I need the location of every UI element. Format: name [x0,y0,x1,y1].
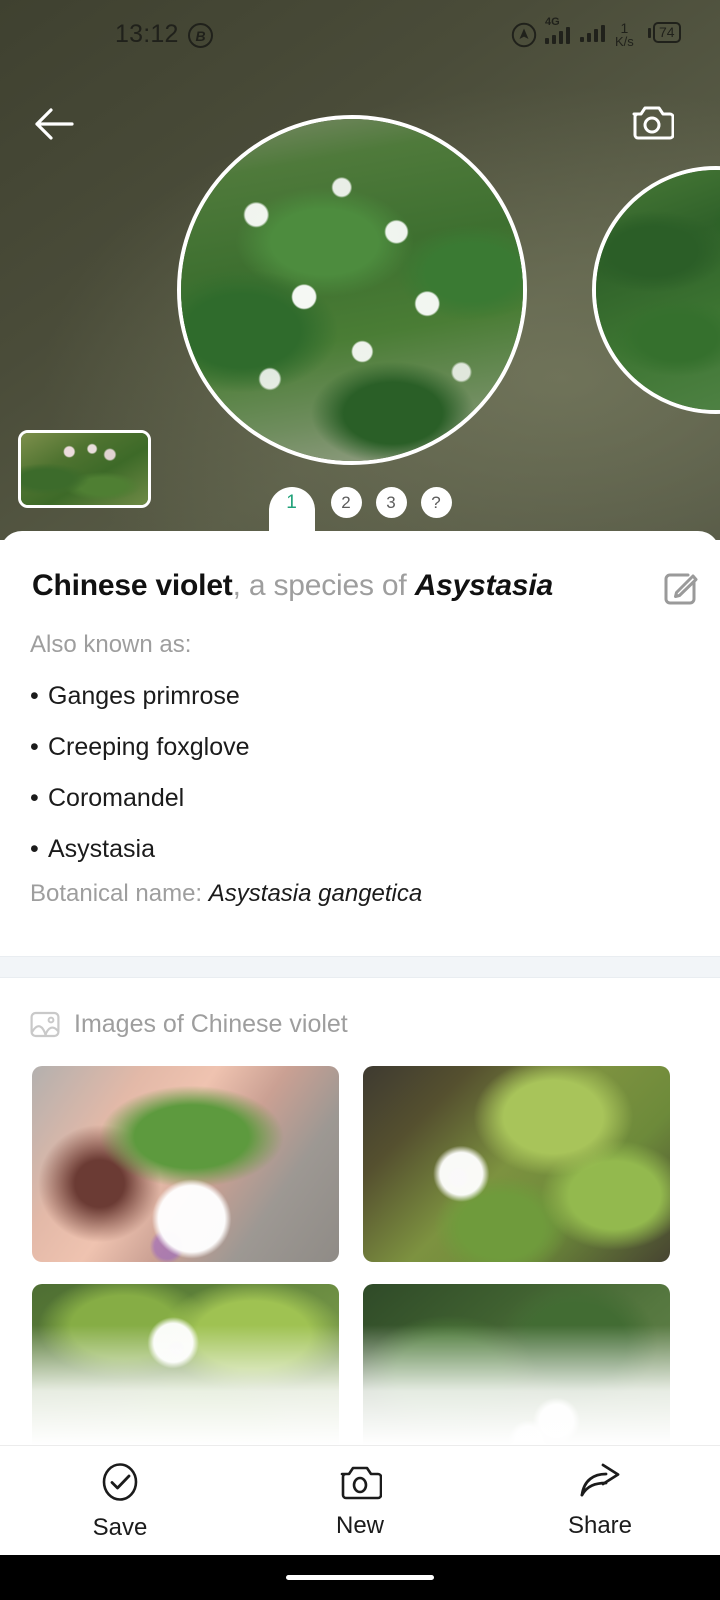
plant-image-4[interactable] [363,1284,670,1445]
plant-image-1[interactable] [32,1066,339,1262]
list-item: • Asystasia [30,824,650,875]
title-row: Chinese violet, a species of Asystasia [32,567,700,609]
list-item-label: Asystasia [48,835,155,863]
list-item-label: Coromandel [48,784,185,812]
bullet-icon: • [30,784,39,812]
back-arrow-icon [35,108,74,140]
hero-photo-area: 13:12 B 4G 1 K/s 74 [0,0,720,540]
page-title: Chinese violet, a species of Asystasia [32,567,553,605]
bullet-icon: • [30,682,39,710]
next-plant-photo[interactable] [592,166,720,414]
check-circle-icon [102,1462,138,1501]
page-indicator-tabs: 1 2 3 ? [0,487,720,542]
botanical-name-value: Asystasia gangetica [208,880,423,907]
plant-info-card: Chinese violet, a species of Asystasia A… [0,531,720,956]
camera-button[interactable] [628,100,676,144]
list-item: • Ganges primrose [30,671,650,722]
tab-page-help[interactable]: ? [420,487,452,518]
system-navigation-bar [0,1555,720,1600]
images-heading-row: Images of Chinese violet [30,1010,348,1039]
location-icon [511,22,537,48]
image-texture [32,1066,339,1262]
list-item-label: Creeping foxglove [48,733,250,761]
botanical-name-row: Botanical name: Asystasia gangetica [30,880,422,908]
battery-icon: 74 [648,22,681,43]
save-label: Save [92,1513,148,1541]
image-grid [32,1066,690,1445]
signal-4g-icon: 4G [545,17,575,44]
image-texture [32,1284,339,1445]
data-rate-unit: K/s [615,34,634,49]
plant-photo-texture [181,119,523,461]
images-section: Images of Chinese violet [0,978,720,1445]
back-button[interactable] [30,100,78,148]
plant-common-name: Chinese violet [32,569,233,602]
camera-icon [632,106,674,140]
image-icon [30,1011,60,1038]
list-item: • Coromandel [30,773,650,824]
share-arrow-icon [580,1463,620,1496]
bluetooth-icon: B [188,23,213,48]
tab-page-3[interactable]: 3 [375,487,407,518]
also-known-as-label: Also known as: [30,631,192,658]
share-label: Share [567,1511,633,1539]
bullet-icon: • [30,835,39,863]
tab-page-2[interactable]: 2 [330,487,362,518]
list-item-label: Ganges primrose [48,682,240,710]
images-heading: Images of Chinese violet [74,1010,348,1038]
species-of-label: , a species of [232,569,415,602]
plant-image-3[interactable] [32,1284,339,1445]
plant-image-2[interactable] [363,1066,670,1262]
image-texture [363,1284,670,1445]
share-button[interactable]: Share [480,1446,720,1555]
also-known-as-list: • Ganges primrose • Creeping foxglove • Cor… [30,671,650,875]
save-button[interactable]: Save [0,1446,240,1555]
identified-plant-photo[interactable] [177,115,527,465]
data-rate-indicator: 1 K/s [615,21,634,49]
battery-percent: 74 [653,22,681,43]
bottom-action-bar: Save New Share [0,1445,720,1555]
botanical-name-label: Botanical name: [30,880,209,907]
status-bar: 13:12 B 4G 1 K/s 74 [0,0,720,62]
bullet-icon: • [30,733,39,761]
image-texture [363,1066,670,1262]
plant-genus: Asystasia [414,569,554,602]
signal-icon [580,22,605,42]
list-item: • Creeping foxglove [30,722,650,773]
tab-page-1[interactable]: 1 [268,487,315,539]
edit-pencil-icon [664,573,698,605]
home-indicator[interactable] [286,1575,434,1580]
new-label: New [335,1511,384,1539]
camera-icon [340,1466,382,1499]
plant-photo-texture [596,170,720,410]
edit-button[interactable] [660,569,700,609]
status-time: 13:12 [115,20,179,48]
new-button[interactable]: New [240,1446,480,1555]
section-divider [0,956,720,978]
